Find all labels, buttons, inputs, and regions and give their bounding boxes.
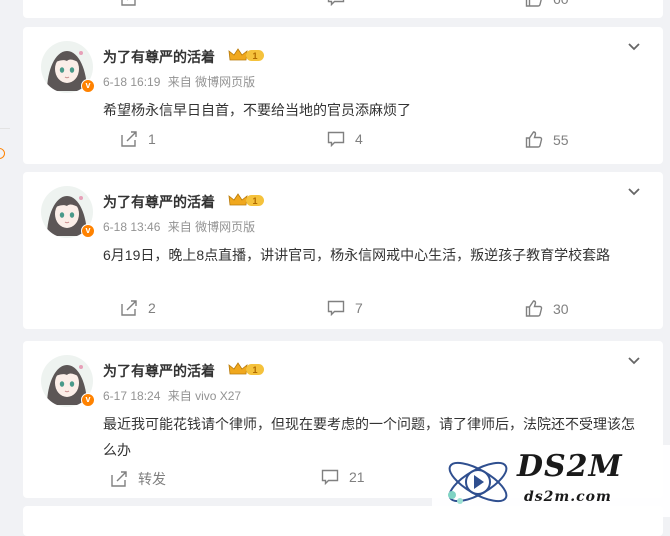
comment-count: 4	[355, 131, 363, 147]
post-meta: 6-18 16:19 来自 微博网页版	[103, 73, 259, 90]
post-source: 来自 微博网页版	[167, 75, 256, 89]
like-button[interactable]: 60	[525, 0, 569, 7]
watermark: DS2M ds2m.com	[432, 445, 670, 517]
chevron-down-icon[interactable]	[627, 354, 641, 368]
crown-badge-icon[interactable]: 1	[228, 47, 266, 68]
post-source: 来自 vivo X27	[167, 389, 242, 403]
crown-badge-icon[interactable]: 1	[228, 192, 266, 213]
crown-badge-icon[interactable]: 1	[228, 361, 266, 382]
post-time[interactable]: 6-18 16:19	[103, 75, 160, 89]
comment-icon	[327, 131, 345, 147]
svg-text:1: 1	[252, 196, 257, 206]
comment-button[interactable]: 21	[321, 469, 365, 485]
repost-icon	[111, 471, 127, 487]
repost-icon	[121, 0, 136, 6]
like-icon	[525, 0, 542, 7]
repost-count: 1	[148, 131, 156, 147]
post-time[interactable]: 6-18 13:46	[103, 220, 160, 234]
repost-icon	[121, 131, 137, 147]
like-button[interactable]: 55	[525, 131, 569, 148]
repost-count: 2	[148, 300, 156, 316]
repost-button[interactable]: 1	[120, 131, 156, 147]
like-count: 60	[553, 0, 569, 7]
repost-icon	[121, 300, 137, 316]
comment-count: 21	[349, 469, 365, 485]
verified-icon: v	[81, 79, 95, 93]
action-bar: 1 4 55	[23, 131, 663, 155]
repost-label: 转发	[138, 471, 166, 487]
watermark-title: DS2M	[517, 449, 623, 484]
left-panel-edge	[0, 0, 14, 517]
author-name[interactable]: 为了有尊严的活着	[103, 192, 215, 212]
post-source: 来自 微博网页版	[167, 220, 256, 234]
comment-button[interactable]: 7	[327, 300, 363, 316]
comment-text: 希望杨永信早日自首，不要给当地的官员添麻烦了	[103, 102, 411, 118]
chevron-down-icon[interactable]	[627, 40, 641, 54]
comment-button[interactable]: 4	[327, 131, 363, 147]
post-time[interactable]: 6-17 18:24	[103, 389, 160, 403]
comment-icon	[327, 0, 345, 6]
comment-button[interactable]	[327, 0, 345, 6]
svg-text:1: 1	[252, 365, 257, 375]
like-icon	[525, 131, 543, 148]
author-name[interactable]: 为了有尊严的活着	[103, 47, 215, 67]
feed-card-partial: 60	[23, 0, 663, 18]
post-meta: 6-17 18:24 来自 vivo X27	[103, 387, 245, 404]
like-count: 30	[553, 300, 569, 317]
divider	[0, 128, 10, 129]
author-name[interactable]: 为了有尊严的活着	[103, 361, 215, 381]
comment-card: v 为了有尊严的活着 1 6-18 13:46 来自 微博网页版 6月19日，晚…	[23, 172, 663, 329]
like-button[interactable]: 30	[525, 300, 569, 317]
comment-icon	[327, 300, 345, 316]
repost-button[interactable]: 转发	[110, 469, 166, 489]
verified-icon: v	[81, 224, 95, 238]
watermark-logo-icon	[448, 461, 508, 504]
watermark-subtitle: ds2m.com	[524, 489, 612, 505]
verified-icon: v	[81, 393, 95, 407]
svg-text:1: 1	[252, 51, 257, 61]
post-meta: 6-18 13:46 来自 微博网页版	[103, 218, 259, 235]
chevron-down-icon[interactable]	[627, 185, 641, 199]
comment-count: 7	[355, 300, 363, 316]
comment-text: 6月19日，晚上8点直播，讲讲官司，杨永信网戒中心生活，叛逆孩子教育学校套路	[103, 247, 611, 263]
like-icon	[525, 300, 543, 317]
repost-button[interactable]: 2	[120, 300, 156, 316]
radio-icon[interactable]	[0, 148, 5, 159]
action-bar: 2 7 30	[23, 300, 663, 324]
like-count: 55	[553, 131, 569, 148]
comment-card: v 为了有尊严的活着 1 6-18 16:19 来自 微博网页版 希望杨永信早日…	[23, 27, 663, 164]
repost-button[interactable]	[120, 0, 138, 6]
comment-icon	[321, 469, 339, 485]
